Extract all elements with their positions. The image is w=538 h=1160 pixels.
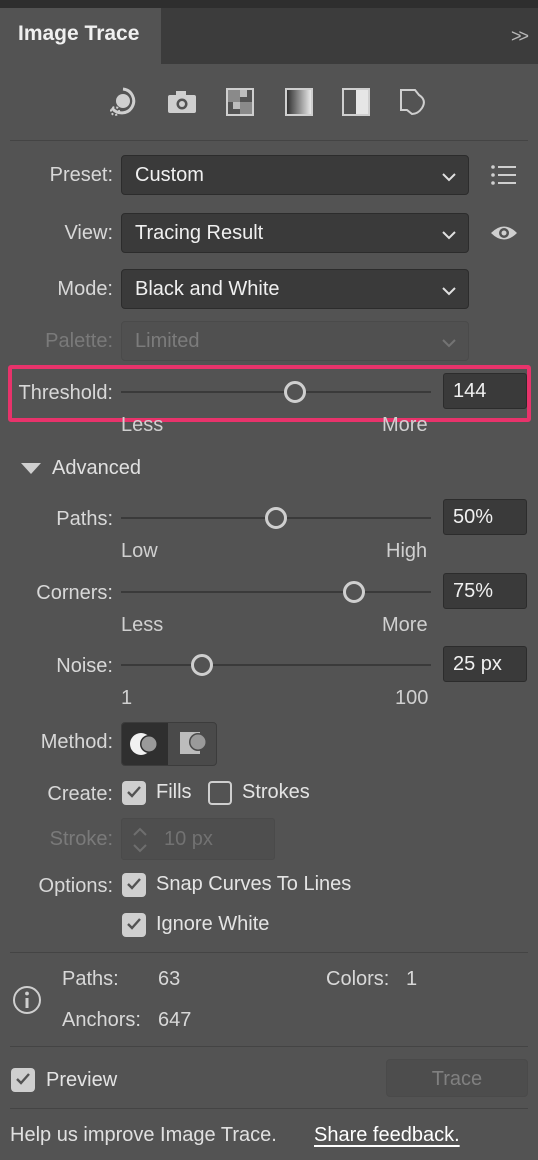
method-label: Method:	[40, 731, 113, 753]
stroke-label: Stroke:	[49, 828, 113, 850]
paths-input[interactable]: 50%	[443, 499, 527, 535]
chevron-down-icon	[442, 231, 456, 240]
tab-bar-top-edge	[0, 0, 538, 8]
view-dropdown[interactable]: Tracing Result	[121, 213, 469, 253]
view-value: Tracing Result	[135, 222, 264, 244]
divider	[10, 952, 528, 953]
fills-checkbox[interactable]	[122, 781, 146, 805]
ignore-white-label[interactable]: Ignore White	[156, 913, 269, 936]
palette-value: Limited	[135, 330, 200, 352]
camera-icon[interactable]	[166, 86, 196, 118]
strokes-checkbox[interactable]	[208, 781, 232, 805]
mode-value: Black and White	[135, 278, 280, 300]
ignore-white-checkbox[interactable]	[122, 913, 146, 937]
checkmark-icon	[127, 878, 141, 890]
palette-label: Palette:	[45, 330, 113, 352]
advanced-disclosure-triangle-icon[interactable]	[20, 462, 42, 481]
stats-colors-value: 1	[406, 968, 418, 990]
noise-slider-thumb[interactable]	[190, 654, 213, 676]
stats-anchors-value: 647	[158, 1009, 192, 1031]
threshold-slider-thumb[interactable]	[283, 381, 306, 403]
create-label: Create:	[47, 783, 113, 805]
view-label: View:	[64, 222, 113, 244]
preset-dropdown[interactable]: Custom	[121, 155, 469, 195]
strokes-label[interactable]: Strokes	[242, 781, 310, 804]
checkmark-icon	[16, 1073, 30, 1085]
noise-label: Noise:	[56, 655, 113, 677]
tab-image-trace[interactable]: Image Trace	[0, 8, 161, 64]
noise-min-label: 1	[121, 687, 133, 709]
palette-dropdown: Limited	[121, 321, 469, 361]
corners-slider-thumb[interactable]	[342, 581, 365, 603]
threshold-min-label: Less	[121, 414, 164, 436]
noise-input[interactable]: 25 px	[443, 646, 527, 682]
info-icon[interactable]	[12, 985, 42, 1020]
eye-icon[interactable]	[489, 222, 519, 249]
grayscale-icon[interactable]	[284, 86, 314, 118]
snap-curves-label[interactable]: Snap Curves To Lines	[156, 873, 351, 896]
stats-paths-value: 63	[158, 968, 181, 990]
noise-slider-track[interactable]	[121, 664, 431, 666]
stroke-width-value: 10 px	[164, 828, 213, 850]
preview-label[interactable]: Preview	[46, 1069, 117, 1092]
paths-slider-thumb[interactable]	[265, 507, 287, 529]
manage-presets-icon[interactable]	[490, 163, 518, 192]
chevron-down-icon	[442, 173, 456, 182]
black-and-white-icon[interactable]	[341, 86, 371, 118]
threshold-max-label: More	[382, 414, 428, 436]
chevron-down-icon	[442, 287, 456, 296]
mode-label: Mode:	[57, 278, 113, 300]
feedback-prompt: Help us improve Image Trace.	[10, 1124, 277, 1146]
divider	[10, 140, 528, 141]
fills-label[interactable]: Fills	[156, 781, 192, 804]
corners-max-label: More	[382, 614, 428, 636]
auto-color-icon[interactable]	[106, 86, 136, 118]
outline-icon[interactable]	[398, 86, 428, 118]
corners-input[interactable]: 75%	[443, 573, 527, 609]
options-label: Options:	[38, 875, 113, 897]
threshold-input[interactable]: 144	[443, 373, 527, 409]
paths-label: Paths:	[56, 508, 113, 530]
snap-curves-checkbox[interactable]	[122, 873, 146, 897]
share-feedback-link[interactable]: Share feedback.	[314, 1124, 460, 1147]
low-color-icon[interactable]	[225, 86, 255, 118]
preset-value: Custom	[135, 164, 204, 186]
mode-dropdown[interactable]: Black and White	[121, 269, 469, 309]
advanced-section-label[interactable]: Advanced	[52, 457, 141, 480]
threshold-label: Threshold:	[18, 382, 114, 404]
checkmark-icon	[127, 918, 141, 930]
paths-max-label: High	[386, 540, 428, 562]
trace-button[interactable]: Trace	[386, 1059, 528, 1097]
stroke-width-stepper: 10 px	[121, 818, 275, 860]
method-overlapping-button[interactable]	[169, 723, 216, 765]
threshold-slider-track[interactable]	[121, 391, 431, 393]
corners-slider-track[interactable]	[121, 591, 431, 593]
preview-checkbox[interactable]	[11, 1068, 35, 1092]
corners-min-label: Less	[121, 614, 164, 636]
divider	[10, 1108, 528, 1109]
paths-min-label: Low	[121, 540, 158, 562]
divider	[10, 1046, 528, 1047]
stats-paths-label: Paths:	[62, 968, 119, 990]
noise-max-label: 100	[395, 687, 429, 709]
checkmark-icon	[127, 786, 141, 798]
method-abutting-button[interactable]	[122, 723, 168, 765]
stepper-arrows-icon	[133, 827, 147, 853]
stats-anchors-label: Anchors:	[62, 1009, 141, 1031]
stats-colors-label: Colors:	[326, 968, 390, 990]
collapse-panel-button[interactable]: >>	[511, 26, 529, 47]
corners-label: Corners:	[36, 582, 113, 604]
chevron-down-icon	[442, 339, 456, 348]
preset-label: Preset:	[49, 164, 113, 186]
